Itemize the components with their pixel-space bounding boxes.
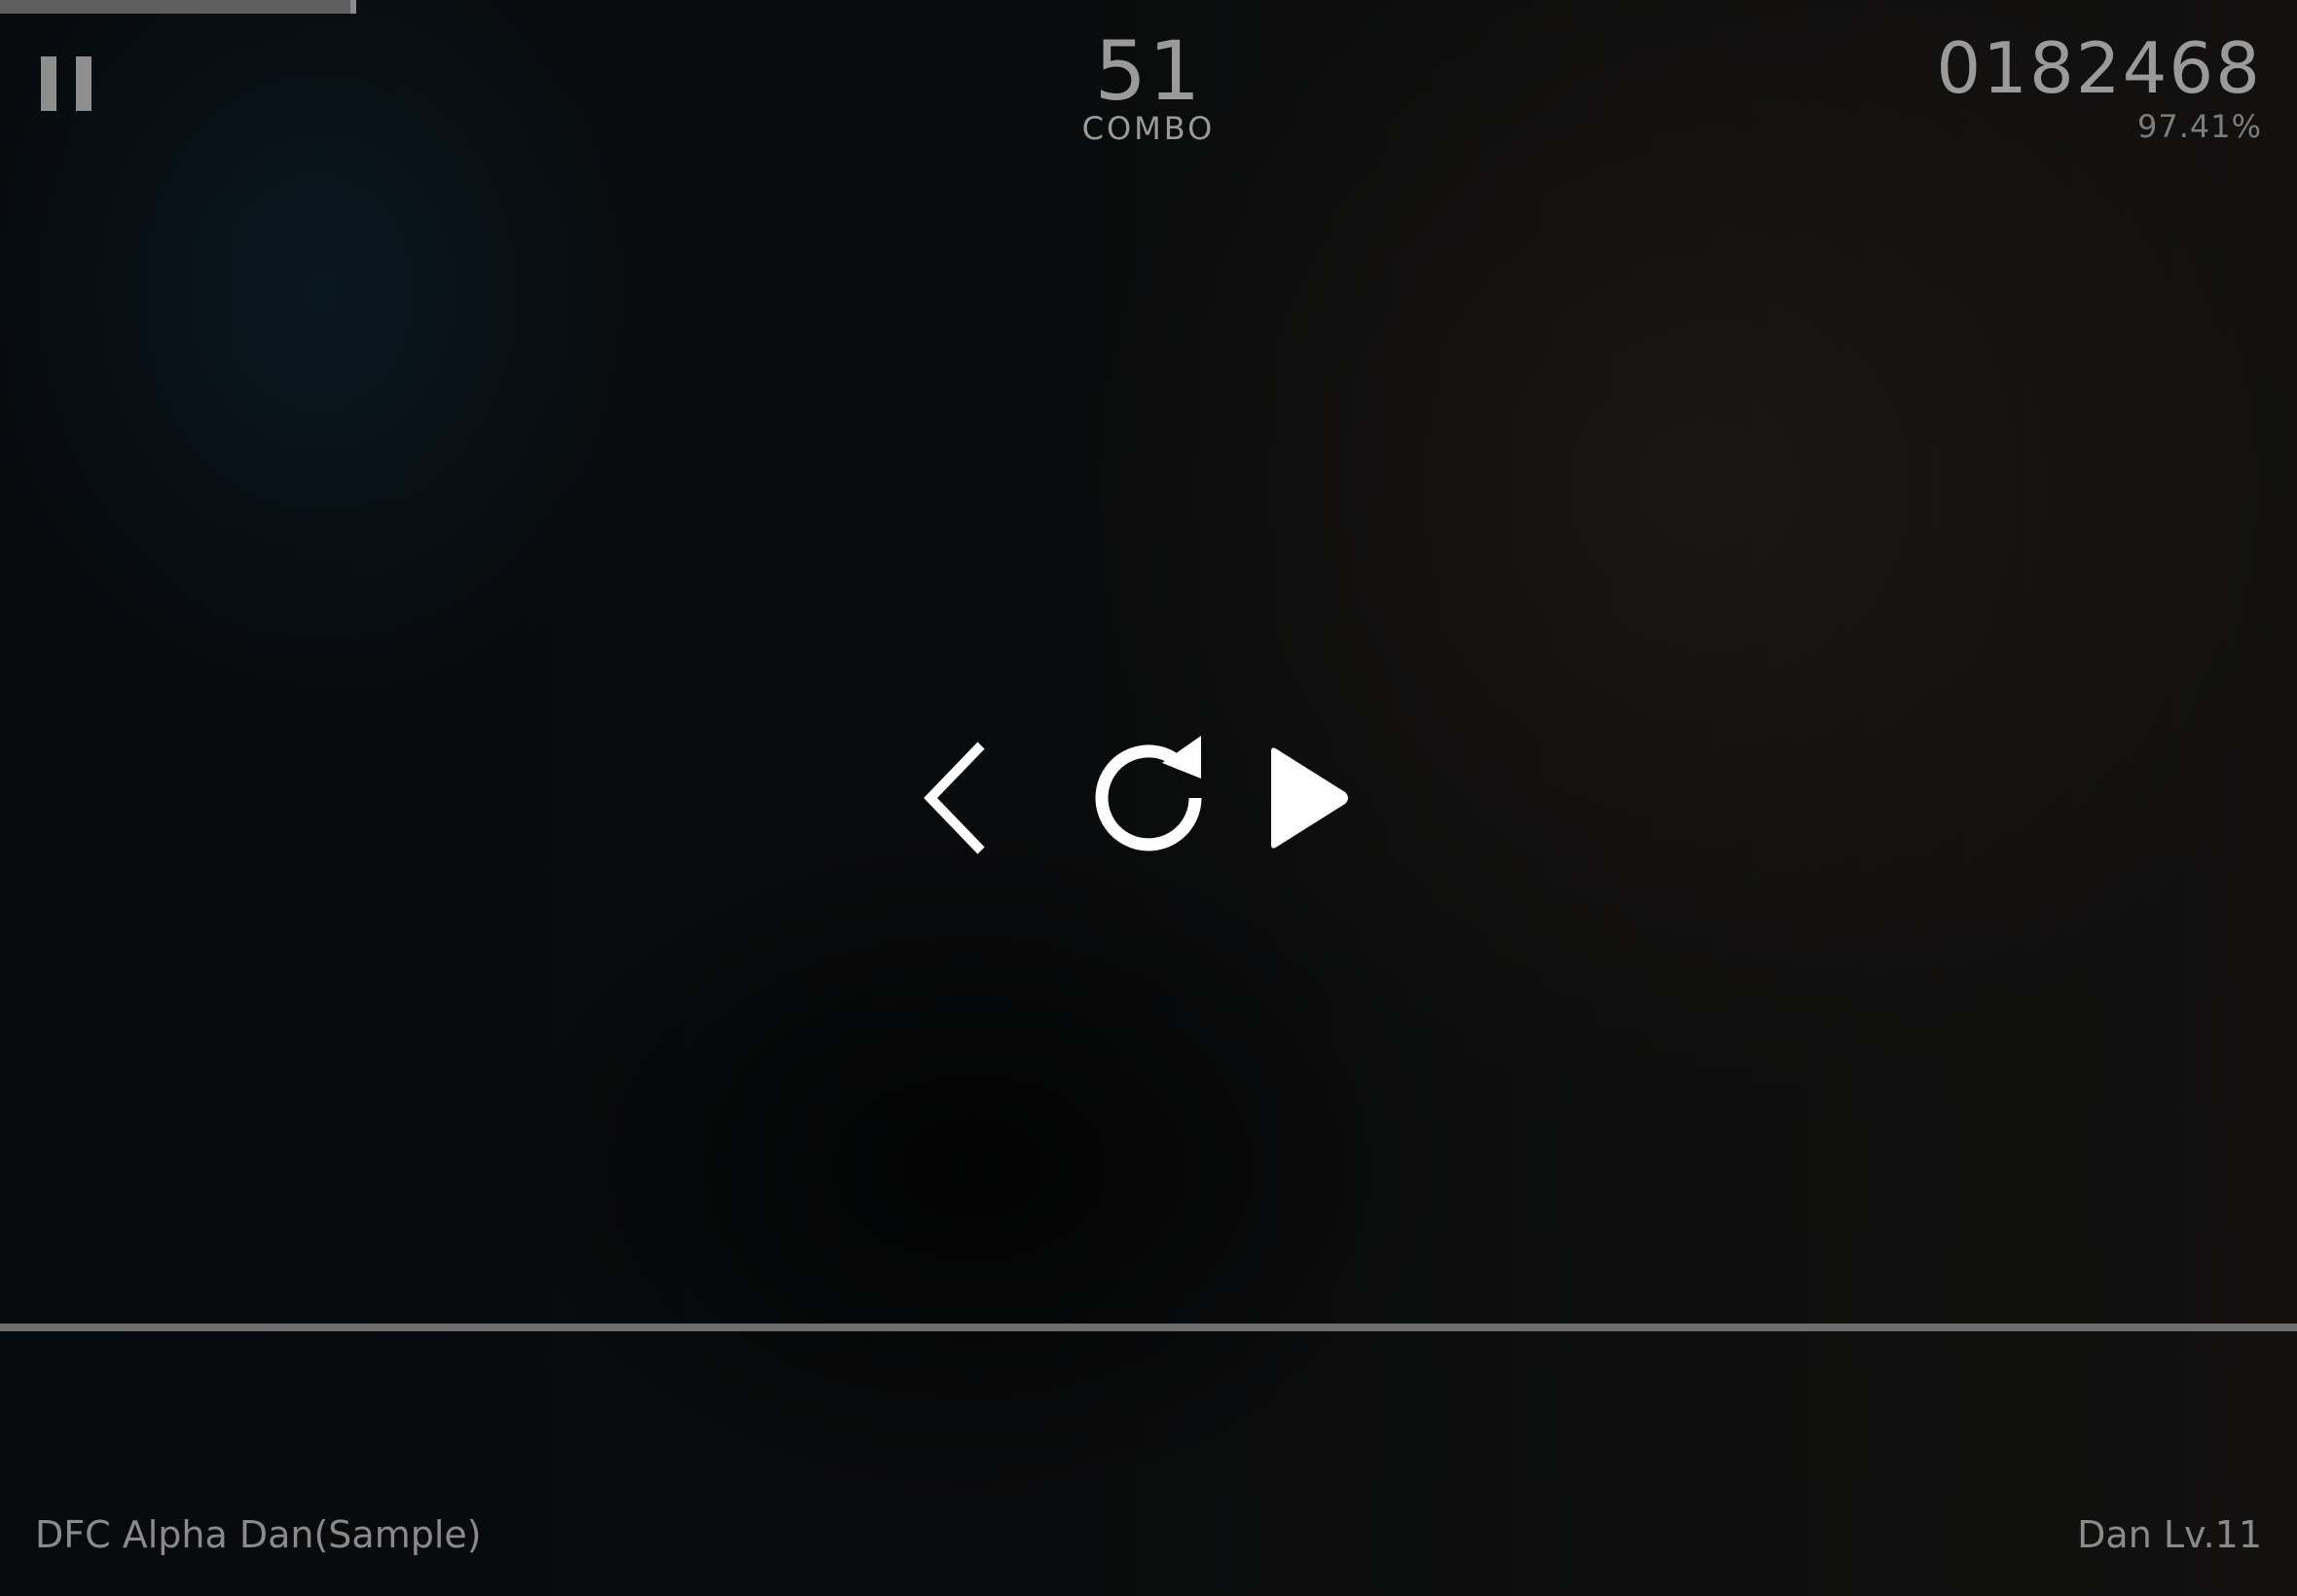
back-button[interactable] [905,730,1041,866]
combo-label: COMBO [1081,110,1216,147]
restart-button[interactable] [1080,730,1217,866]
song-progress-fill [0,0,356,14]
combo-value: 51 [1094,23,1203,119]
song-progress-bar [0,0,2297,14]
resume-button[interactable] [1256,730,1392,866]
judgment-line [0,1324,2297,1331]
play-icon [1271,747,1348,849]
pause-icon-bar [76,56,91,111]
song-level: Dan Lv.11 [2077,1513,2262,1556]
song-title: DFC Alpha Dan(Sample) [35,1513,482,1556]
score-value: 0182468 [1936,27,2262,109]
pause-icon [41,56,56,111]
pause-button[interactable] [35,49,103,117]
chevron-left-icon [924,742,985,854]
accuracy-value: 97.41% [2136,108,2262,145]
score-display: 0182468 97.41% [1936,29,2262,146]
restart-icon [1095,736,1202,852]
combo-counter: 51 COMBO [1051,27,1246,146]
pause-menu-controls [905,730,1392,866]
